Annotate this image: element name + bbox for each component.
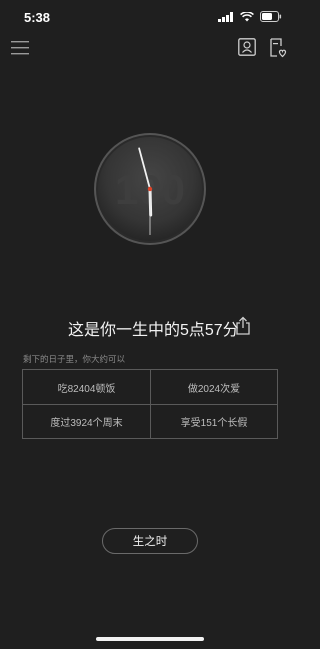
status-time: 5:38	[24, 10, 51, 25]
share-icon[interactable]	[234, 316, 252, 336]
stat-love: 做2024次爱	[150, 370, 277, 404]
stat-weekends: 度过3924个周末	[23, 404, 150, 438]
profile-icon[interactable]	[238, 38, 256, 56]
stat-meals: 吃82404顿饭	[57, 383, 116, 395]
home-indicator[interactable]	[96, 637, 204, 641]
clock-center	[147, 186, 153, 192]
headline: 这是你一生中的5点57分	[68, 322, 239, 339]
record-icon[interactable]	[268, 38, 288, 58]
battery-icon	[260, 11, 282, 22]
sub-label: 剩下的日子里，你大约可以	[23, 355, 126, 365]
status-bar: 5:38	[0, 0, 300, 36]
signal-icon	[218, 11, 233, 22]
shengzhishi-button[interactable]: 生之时	[102, 528, 198, 554]
stats-grid: 吃82404顿饭 做2024次爱 度过3924个周末 享受151个长假	[22, 369, 278, 439]
status-icons	[218, 11, 282, 22]
wifi-icon	[240, 11, 254, 21]
stat-vacations: 享受151个长假	[150, 404, 277, 438]
clock: 100	[93, 132, 207, 246]
menu-icon[interactable]	[11, 40, 31, 56]
